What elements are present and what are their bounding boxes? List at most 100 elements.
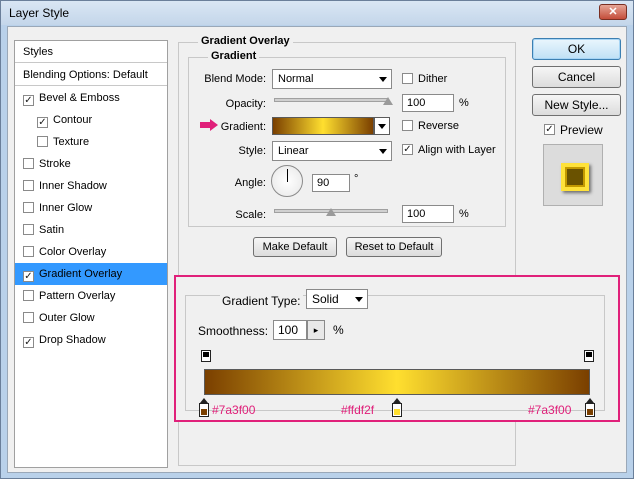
style-item-color-overlay[interactable]: Color Overlay — [15, 241, 167, 263]
style-item-satin[interactable]: Satin — [15, 219, 167, 241]
styles-header[interactable]: Styles — [15, 41, 167, 63]
blend-mode-value: Normal — [278, 73, 314, 85]
style-checkbox[interactable]: ✓ — [23, 337, 34, 348]
style-checkbox[interactable]: ✓ — [37, 117, 48, 128]
style-item-bevel-emboss[interactable]: ✓ Bevel & Emboss — [15, 87, 167, 109]
angle-dial[interactable] — [271, 165, 303, 197]
opacity-stop-right[interactable] — [584, 350, 594, 362]
preview-checkbox[interactable]: ✓ — [544, 124, 555, 135]
style-item-drop-shadow[interactable]: ✓ Drop Shadow — [15, 329, 167, 351]
style-item-gradient-overlay[interactable]: ✓ Gradient Overlay — [15, 263, 167, 285]
style-item-label: Outer Glow — [39, 312, 95, 324]
color-stop[interactable] — [585, 398, 595, 417]
chevron-down-icon — [379, 149, 387, 154]
close-button[interactable]: ✕ — [599, 4, 627, 20]
gradient-type-label: Gradient Type: — [220, 294, 303, 308]
color-stop[interactable] — [199, 398, 209, 417]
gradient-editor-panel: Gradient Type: Solid Smoothness: 100 ▸ %… — [174, 275, 620, 422]
chevron-down-icon — [379, 77, 387, 82]
ok-button[interactable]: OK — [532, 38, 621, 60]
scale-slider-thumb[interactable] — [326, 208, 336, 216]
style-checkbox[interactable] — [23, 158, 34, 169]
cancel-button[interactable]: Cancel — [532, 66, 621, 88]
style-item-label: Texture — [53, 136, 90, 148]
scale-percent: % — [459, 208, 469, 220]
color-stop-swatch — [394, 409, 400, 415]
style-item-contour[interactable]: ✓ Contour — [15, 109, 167, 131]
preview-thumbnail — [561, 163, 589, 191]
style-select[interactable]: Linear — [272, 141, 392, 161]
opacity-slider-thumb[interactable] — [383, 97, 393, 105]
color-stop[interactable] — [392, 398, 402, 417]
style-item-label: Bevel & Emboss — [39, 92, 120, 104]
opacity-stop-left[interactable] — [201, 350, 211, 362]
title-bar: Layer Style ✕ — [1, 1, 633, 25]
style-checkbox[interactable] — [23, 180, 34, 191]
style-item-pattern-overlay[interactable]: Pattern Overlay — [15, 285, 167, 307]
style-preview — [543, 144, 603, 206]
opacity-label: Opacity: — [225, 98, 266, 110]
angle-input[interactable]: 90 — [312, 174, 350, 192]
style-item-label: Contour — [53, 114, 93, 126]
gradient-bar[interactable] — [204, 369, 590, 395]
gradient-swatch[interactable] — [272, 117, 374, 135]
style-item-label: Inner Shadow — [39, 180, 107, 192]
gradient-picker-button[interactable] — [374, 117, 390, 135]
style-item-label: Color Overlay — [39, 246, 107, 258]
make-default-button[interactable]: Make Default — [253, 237, 337, 257]
new-style-button[interactable]: New Style... — [532, 94, 621, 116]
opacity-slider-track[interactable] — [274, 98, 388, 102]
dither-checkbox[interactable] — [402, 73, 413, 84]
style-checkbox[interactable] — [23, 290, 34, 301]
style-item-inner-shadow[interactable]: Inner Shadow — [15, 175, 167, 197]
chevron-down-icon — [355, 297, 363, 302]
style-item-stroke[interactable]: Stroke — [15, 153, 167, 175]
smoothness-input[interactable]: 100 — [273, 320, 307, 340]
style-checkbox[interactable] — [23, 246, 34, 257]
style-item-label: Inner Glow — [39, 202, 93, 214]
style-checkbox[interactable]: ✓ — [23, 271, 34, 282]
layer-style-dialog: Layer Style ✕ Styles Blending Options: D… — [0, 0, 634, 479]
scale-label: Scale: — [235, 209, 266, 221]
color-stop-swatch — [587, 409, 593, 415]
align-with-layer-checkbox[interactable]: ✓ — [402, 144, 413, 155]
gradient-type-value: Solid — [312, 292, 339, 306]
blend-mode-label: Blend Mode: — [204, 73, 266, 85]
align-with-layer-label: Align with Layer — [418, 144, 496, 156]
smoothness-percent: % — [333, 323, 344, 337]
reverse-checkbox[interactable] — [402, 120, 413, 131]
style-item-label: Satin — [39, 224, 65, 236]
style-item-texture[interactable]: Texture — [15, 131, 167, 153]
smoothness-stepper[interactable]: ▸ — [307, 320, 325, 340]
style-item-outer-glow[interactable]: Outer Glow — [15, 307, 167, 329]
smoothness-label: Smoothness: — [198, 324, 269, 338]
style-item-inner-glow[interactable]: Inner Glow — [15, 197, 167, 219]
color-stop-label: #ffdf2f — [341, 403, 375, 417]
scale-input[interactable]: 100 — [402, 205, 454, 223]
reset-to-default-button[interactable]: Reset to Default — [346, 237, 442, 257]
blending-options[interactable]: Blending Options: Default — [15, 64, 167, 86]
style-label: Style: — [238, 145, 266, 157]
style-item-label: Drop Shadow — [39, 334, 106, 346]
style-checkbox[interactable] — [23, 224, 34, 235]
dither-label: Dither — [418, 73, 448, 85]
style-item-label: Pattern Overlay — [39, 290, 116, 302]
blend-mode-select[interactable]: Normal — [272, 69, 392, 89]
color-stop-label: #7a3f00 — [528, 403, 572, 417]
style-checkbox[interactable]: ✓ — [23, 95, 34, 106]
gradient-type-select[interactable]: Solid — [306, 289, 368, 309]
style-checkbox[interactable] — [23, 202, 34, 213]
gradient-subtitle: Gradient — [208, 50, 260, 62]
opacity-percent: % — [459, 97, 469, 109]
dialog-client: Styles Blending Options: Default ✓ Bevel … — [7, 26, 627, 473]
angle-label: Angle: — [234, 177, 266, 189]
window-title: Layer Style — [9, 6, 70, 20]
style-checkbox[interactable] — [37, 136, 48, 147]
gradient-label: Gradient: — [220, 121, 266, 133]
gradient-overlay-title: Gradient Overlay — [198, 35, 293, 47]
style-checkbox[interactable] — [23, 312, 34, 323]
style-item-label: Gradient Overlay — [39, 268, 123, 280]
opacity-input[interactable]: 100 — [402, 94, 454, 112]
color-stop-label: #7a3f00 — [212, 403, 256, 417]
style-item-label: Stroke — [39, 158, 71, 170]
